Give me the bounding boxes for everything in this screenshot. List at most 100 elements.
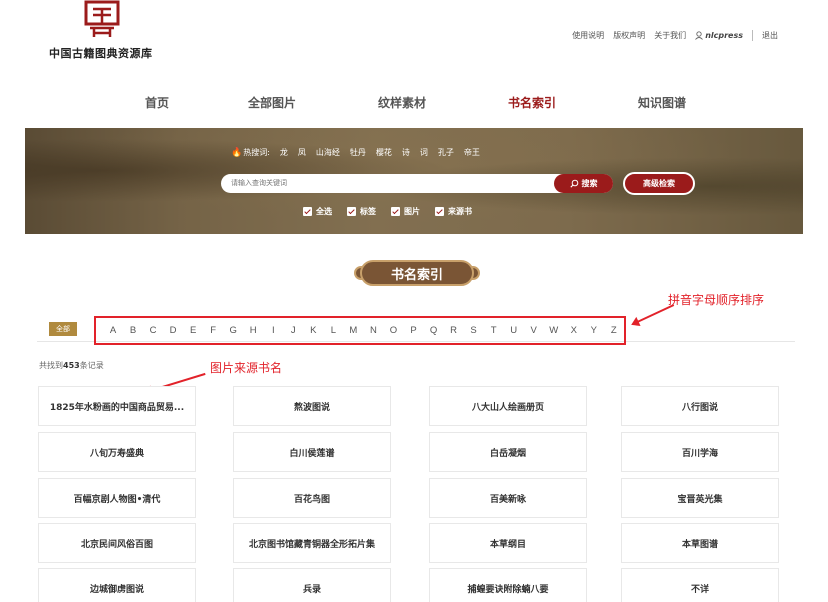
book-title-item[interactable]: 八旬万寿盛典 xyxy=(38,432,196,472)
book-title-item[interactable]: 百美新咏 xyxy=(429,478,587,518)
letter-filter-y[interactable]: Y xyxy=(584,325,604,336)
logout-link[interactable]: 退出 xyxy=(762,30,778,41)
letter-filter-k[interactable]: K xyxy=(303,325,323,336)
section-title-text: 书名索引 xyxy=(360,260,474,286)
book-title-item[interactable]: 边城御虏图说 xyxy=(38,568,196,602)
checkbox-label: 来源书 xyxy=(448,207,472,216)
letter-filter-r[interactable]: R xyxy=(444,325,464,336)
letter-filter-e[interactable]: E xyxy=(183,325,203,336)
letter-filter-v[interactable]: V xyxy=(524,325,544,336)
user-icon xyxy=(695,31,704,40)
book-title-item[interactable]: 本草纲目 xyxy=(429,523,587,563)
checkbox-image[interactable]: 图片 xyxy=(391,206,420,217)
book-title-item[interactable]: 百川学海 xyxy=(621,432,779,472)
letter-filter-i[interactable]: I xyxy=(263,325,283,336)
book-title-item[interactable]: 宝晋英光集 xyxy=(621,478,779,518)
hot-keyword[interactable]: 词 xyxy=(420,147,428,158)
copyright-link[interactable]: 版权声明 xyxy=(613,30,645,41)
main-nav: 首页 全部图片 纹样素材 书名索引 知识图谱 xyxy=(0,88,828,118)
hot-keyword[interactable]: 牡丹 xyxy=(350,147,366,158)
letter-filter-n[interactable]: N xyxy=(363,325,383,336)
hot-label: 热搜词: xyxy=(243,148,270,157)
hot-keyword[interactable]: 樱花 xyxy=(376,147,392,158)
hot-keywords: 🔥 热搜词: 龙 凤 山海经 牡丹 樱花 诗 词 孔子 帝王 xyxy=(231,147,480,158)
checkbox-tag[interactable]: 标签 xyxy=(347,206,376,217)
search-icon xyxy=(569,179,578,188)
annotation-pinyin-order: 拼音字母顺序排序 xyxy=(668,293,765,307)
search-banner: 🔥 热搜词: 龙 凤 山海经 牡丹 樱花 诗 词 孔子 帝王 搜索 高级检索 全… xyxy=(25,128,803,234)
letter-filter-o[interactable]: O xyxy=(383,325,403,336)
book-title-item[interactable]: 百幅京剧人物图•清代 xyxy=(38,478,196,518)
letter-filter-list: ABCDEFGHIJKLMNOPQRSTUVWXYZ xyxy=(94,316,626,345)
book-title-item[interactable]: 本草图谱 xyxy=(621,523,779,563)
help-link[interactable]: 使用说明 xyxy=(572,30,604,41)
username: nlcpress xyxy=(705,31,743,40)
letter-filter-f[interactable]: F xyxy=(203,325,223,336)
user-menu[interactable]: nlcpress xyxy=(695,31,743,40)
letter-filter-w[interactable]: W xyxy=(544,325,564,336)
nav-all-images[interactable]: 全部图片 xyxy=(248,94,296,111)
checkbox-label: 标签 xyxy=(360,207,376,216)
book-title-item[interactable]: 白岳凝烟 xyxy=(429,432,587,472)
filter-all-button[interactable]: 全部 xyxy=(49,322,77,336)
letter-filter-h[interactable]: H xyxy=(243,325,263,336)
nav-home[interactable]: 首页 xyxy=(145,94,169,111)
checkbox-label: 图片 xyxy=(404,207,420,216)
book-title-item[interactable]: 北京民间风俗百图 xyxy=(38,523,196,563)
letter-filter-d[interactable]: D xyxy=(163,325,183,336)
checkbox-checked-icon xyxy=(435,207,444,216)
nav-book-index[interactable]: 书名索引 xyxy=(508,94,556,111)
book-title-item[interactable]: 捕蝗要诀附除蝻八要 xyxy=(429,568,587,602)
letter-filter-j[interactable]: J xyxy=(283,325,303,336)
fire-icon: 🔥 xyxy=(231,147,243,158)
letter-filter-l[interactable]: L xyxy=(323,325,343,336)
book-title-item[interactable]: 八行图说 xyxy=(621,386,779,426)
hot-keyword[interactable]: 诗 xyxy=(402,147,410,158)
letter-filter-c[interactable]: C xyxy=(143,325,163,336)
book-title-item[interactable]: 1825年水粉画的中国商品贸易... xyxy=(38,386,196,426)
letter-filter-m[interactable]: M xyxy=(343,325,363,336)
letter-filter-a[interactable]: A xyxy=(103,325,123,336)
book-title-item[interactable]: 北京图书馆藏青铜器全形拓片集 xyxy=(233,523,391,563)
top-links: 使用说明 版权声明 关于我们 nlcpress 退出 xyxy=(563,30,778,41)
annotation-source-book: 图片来源书名 xyxy=(210,361,283,375)
letter-filter-q[interactable]: Q xyxy=(424,325,444,336)
letter-filter-g[interactable]: G xyxy=(223,325,243,336)
letter-filter-b[interactable]: B xyxy=(123,325,143,336)
checkbox-label: 全选 xyxy=(316,207,332,216)
advanced-search-button[interactable]: 高级检索 xyxy=(623,172,695,195)
count-suffix: 条记录 xyxy=(79,361,104,370)
book-title-item[interactable]: 白川侯莲谱 xyxy=(233,432,391,472)
search-input[interactable] xyxy=(231,177,551,190)
letter-filter-p[interactable]: P xyxy=(403,325,423,336)
checkbox-source-book[interactable]: 来源书 xyxy=(435,206,472,217)
book-title-item[interactable]: 八大山人绘画册页 xyxy=(429,386,587,426)
checkbox-checked-icon xyxy=(347,207,356,216)
hot-keyword[interactable]: 帝王 xyxy=(464,147,480,158)
search-button[interactable]: 搜索 xyxy=(554,174,613,193)
book-title-item[interactable]: 百花鸟图 xyxy=(233,478,391,518)
book-title-item[interactable]: 不详 xyxy=(621,568,779,602)
nav-patterns[interactable]: 纹样素材 xyxy=(378,94,426,111)
nav-knowledge-graph[interactable]: 知识图谱 xyxy=(638,94,686,111)
letter-filter-z[interactable]: Z xyxy=(604,325,624,336)
letter-filter-u[interactable]: U xyxy=(504,325,524,336)
record-count: 共找到453条记录 xyxy=(39,360,104,371)
book-title-item[interactable]: 兵录 xyxy=(233,568,391,602)
about-link[interactable]: 关于我们 xyxy=(654,30,686,41)
checkbox-checked-icon xyxy=(391,207,400,216)
hot-keyword[interactable]: 凤 xyxy=(298,147,306,158)
hot-keyword[interactable]: 山海经 xyxy=(316,147,340,158)
checkbox-select-all[interactable]: 全选 xyxy=(303,206,332,217)
search-scope-checkboxes: 全选 标签 图片 来源书 xyxy=(303,206,487,217)
letter-filter-s[interactable]: S xyxy=(464,325,484,336)
book-title-item[interactable]: 熬波图说 xyxy=(233,386,391,426)
letter-filter-x[interactable]: X xyxy=(564,325,584,336)
letter-filter-t[interactable]: T xyxy=(484,325,504,336)
hot-keyword[interactable]: 孔子 xyxy=(438,147,454,158)
logo-seal-icon xyxy=(84,0,120,37)
site-logo[interactable]: 中国古籍图典资源库 xyxy=(49,0,169,60)
site-title: 中国古籍图典资源库 xyxy=(49,47,153,60)
section-title: 书名索引 xyxy=(354,258,480,288)
hot-keyword[interactable]: 龙 xyxy=(280,147,288,158)
